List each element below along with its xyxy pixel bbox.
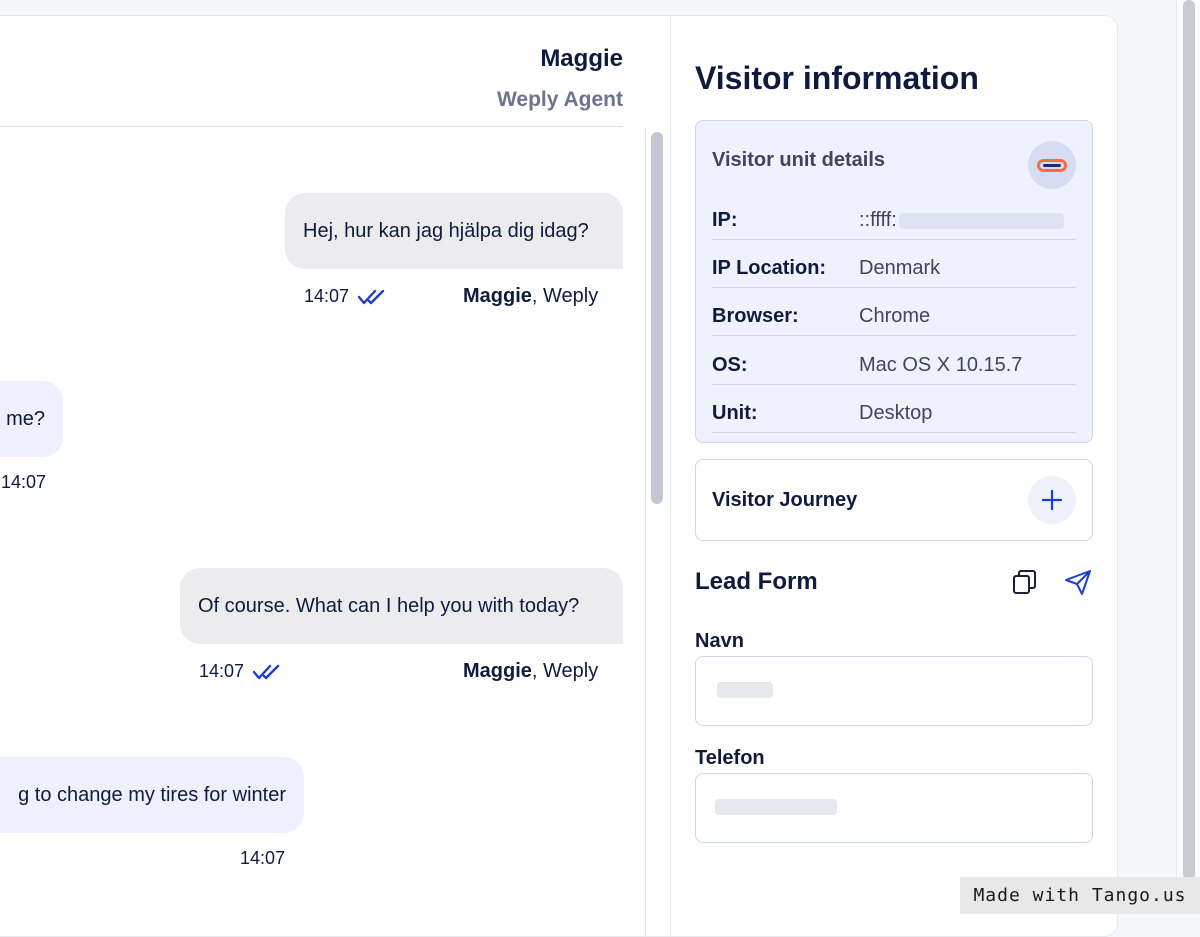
agent-name: Maggie [540, 45, 623, 72]
chat-scrollbar-thumb[interactable] [651, 132, 663, 504]
message-time: 14:07 [199, 661, 245, 681]
sender-company: , Weply [531, 660, 599, 682]
visitor-unit-details-section: Visitor unit details IP: ::ffff: IP Loca… [695, 120, 1093, 443]
info-value: Denmark [859, 257, 941, 279]
info-row-unit: Unit: Desktop [712, 400, 1076, 433]
info-label: IP Location: [712, 257, 827, 279]
info-row-ip: IP: ::ffff: [712, 207, 1076, 240]
info-value: ::ffff: [859, 209, 1064, 232]
redacted-value [898, 212, 1064, 229]
message-text: Hej, hur kan jag hjälpa dig idag? [303, 220, 589, 242]
main-card: Maggie Weply Agent Hej, hur kan jag hjäl… [0, 15, 1118, 937]
plus-icon [1041, 489, 1063, 511]
sender-name: Maggie [463, 285, 532, 307]
message-text: Of course. What can I help you with toda… [198, 595, 580, 617]
info-label: Unit: [712, 402, 758, 424]
info-value: Desktop [859, 402, 933, 424]
message-bubble-outgoing: Of course. What can I help you with toda… [180, 568, 623, 644]
field-label-navn: Navn [695, 630, 744, 652]
visitor-journey-title: Visitor Journey [712, 489, 858, 511]
chat-header-divider [0, 126, 623, 127]
info-row-browser: Browser: Chrome [712, 303, 1076, 336]
send-icon[interactable] [1063, 568, 1093, 596]
agent-role: Weply Agent [496, 88, 623, 111]
message-time: 14:07 [1, 472, 47, 492]
message-bubble-incoming: me? [0, 381, 63, 457]
field-wrap-telefon [671, 773, 1117, 845]
message-meta: 14:07 [199, 661, 284, 682]
info-row-location: IP Location: Denmark [712, 255, 1076, 288]
collapse-details-button[interactable] [1028, 141, 1076, 189]
visitor-info-title: Visitor information [695, 60, 979, 96]
sender-name: Maggie [463, 660, 532, 682]
field-label-telefon: Telefon [695, 747, 765, 769]
message-sender: Maggie, Weply [463, 285, 598, 308]
message-bubble-incoming: g to change my tires for winter [0, 757, 304, 833]
visitor-journey-section[interactable]: Visitor Journey [695, 459, 1093, 541]
minus-icon [1037, 158, 1067, 172]
page-scrollbar[interactable] [1176, 0, 1200, 914]
message-meta: 14:07 [1, 472, 46, 493]
field-wrap-navn [671, 656, 1117, 728]
message-sender: Maggie, Weply [463, 660, 598, 683]
sender-company: , Weply [531, 285, 599, 307]
expand-journey-button[interactable] [1028, 476, 1076, 524]
visitor-unit-details-title: Visitor unit details [712, 149, 885, 171]
copy-icon[interactable] [1011, 568, 1039, 596]
redacted-value [715, 799, 837, 815]
info-value: Mac OS X 10.15.7 [859, 354, 1023, 376]
message-meta: 14:07 [304, 286, 389, 307]
page-scrollbar-thumb[interactable] [1183, 0, 1195, 880]
info-row-os: OS: Mac OS X 10.15.7 [712, 352, 1076, 385]
message-time: 14:07 [240, 848, 286, 868]
visitor-info-panel: Visitor information Visitor unit details… [670, 16, 1117, 936]
info-label: IP: [712, 209, 738, 231]
chat-panel: Maggie Weply Agent Hej, hur kan jag hjäl… [0, 16, 670, 936]
message-bubble-outgoing: Hej, hur kan jag hjälpa dig idag? [285, 193, 623, 269]
message-time: 14:07 [304, 286, 350, 306]
tango-watermark: Made with Tango.us [960, 877, 1200, 914]
lead-form-title: Lead Form [695, 568, 818, 595]
message-text: g to change my tires for winter [18, 784, 286, 806]
message-meta: 14:07 [240, 848, 285, 869]
message-text: me? [6, 408, 45, 430]
info-label: OS: [712, 354, 748, 376]
double-check-icon [252, 664, 280, 679]
double-check-icon [357, 289, 385, 304]
info-value: Chrome [859, 305, 931, 327]
info-label: Browser: [712, 305, 799, 327]
redacted-value [717, 682, 773, 698]
